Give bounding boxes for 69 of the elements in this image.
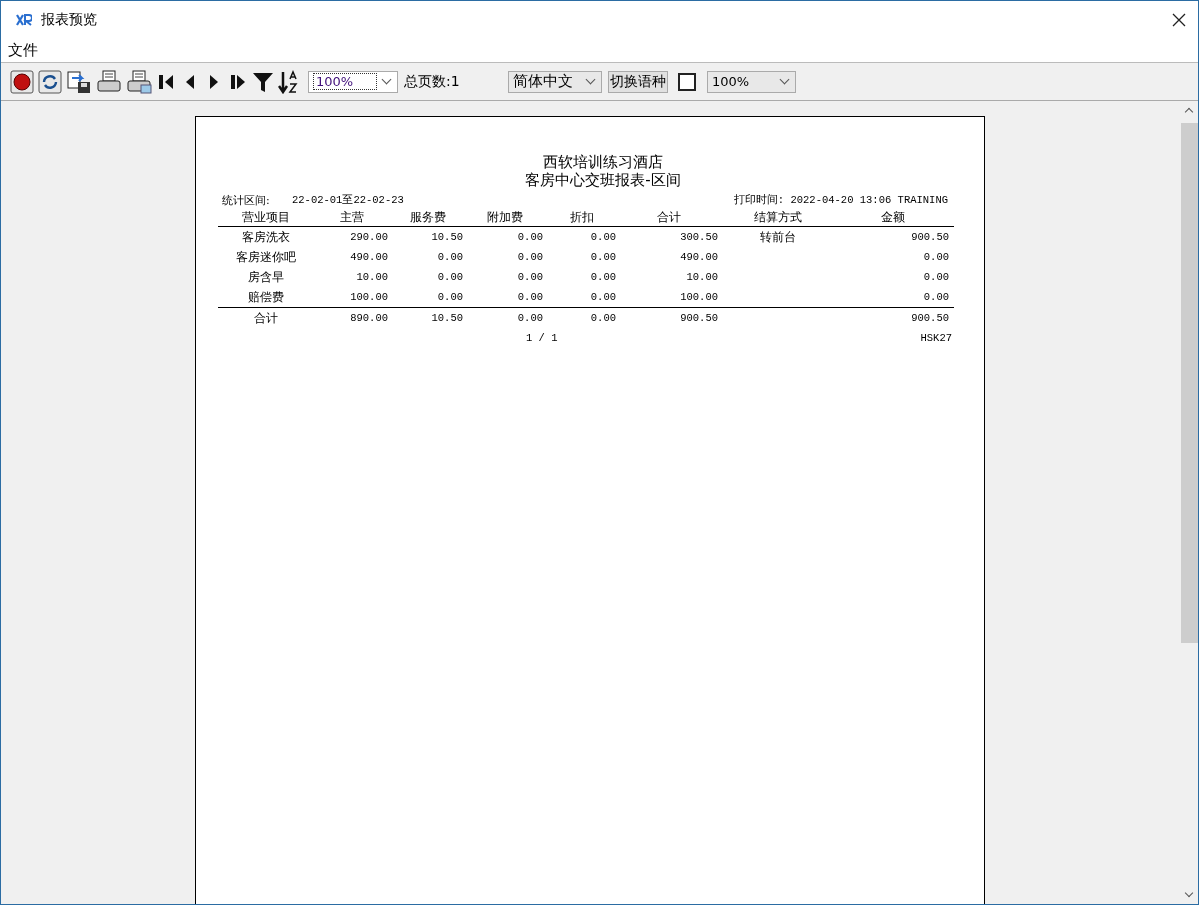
table-cell-text: 490.00 — [349, 251, 389, 263]
table-cell-text: 490.00 — [679, 251, 719, 263]
table-cell-text: 0.00 — [516, 251, 544, 263]
column-header: 营业项目 — [240, 208, 291, 226]
table-cell-text: 0.00 — [436, 291, 464, 303]
refresh-icon[interactable] — [38, 69, 62, 94]
zoom-dropdown[interactable]: 100% — [707, 70, 796, 93]
table-cell-text: 10.00 — [355, 271, 389, 283]
page-number: 1 / 1 — [526, 332, 558, 344]
report-code: HSK27 — [920, 332, 952, 344]
total-cell-text: 900.50 — [679, 312, 719, 324]
zoom-dropdown[interactable]: 100% — [308, 70, 398, 93]
total-cell-text: 0.00 — [589, 312, 617, 324]
column-header: 折扣 — [568, 208, 595, 226]
table-cell-text: 10.00 — [685, 271, 719, 283]
period-value: 22-02-01至22-02-23 — [292, 193, 404, 207]
menu-item[interactable]: 文件 — [8, 40, 38, 60]
column-header: 结算方式 — [752, 208, 803, 226]
table-cell-text: 0.00 — [589, 231, 617, 243]
table-cell-text: 100.00 — [349, 291, 389, 303]
table-cell-text: 客房迷你吧 — [234, 248, 297, 266]
table-cell-text: 0.00 — [436, 271, 464, 283]
switch-language-button[interactable]: 切换语种 — [608, 70, 668, 93]
table-cell-text: 转前台 — [758, 228, 797, 246]
table-cell-text: 900.50 — [910, 231, 950, 243]
column-header: 服务费 — [408, 208, 447, 226]
period-label: 统计区间: — [221, 192, 271, 208]
checkbox[interactable] — [678, 72, 696, 91]
table-cell-text: 客房洗衣 — [240, 228, 291, 246]
table-cell-text: 0.00 — [922, 251, 950, 263]
page-count: 总页数:1 — [404, 72, 461, 91]
total-cell-text: 0.00 — [516, 312, 544, 324]
print-setup-icon[interactable] — [126, 69, 152, 94]
table-cell-text: 0.00 — [589, 271, 617, 283]
printer-icon[interactable] — [96, 69, 122, 94]
export-icon[interactable] — [66, 69, 92, 94]
record-icon[interactable] — [10, 69, 34, 94]
close-icon[interactable] — [1172, 12, 1186, 27]
window-title: 报表预览 — [41, 10, 97, 29]
language-dropdown[interactable]: 简体中文 — [508, 70, 602, 93]
report-subtitle: 客房中心交班报表-区间 — [524, 171, 682, 189]
table-cell-text: 290.00 — [349, 231, 389, 243]
app-logo-icon — [16, 12, 32, 27]
total-cell-text: 10.50 — [430, 312, 464, 324]
scrollbar-thumb[interactable] — [1180, 123, 1198, 643]
table-cell-text: 赔偿费 — [246, 288, 285, 306]
total-cell-text: 900.50 — [910, 312, 950, 324]
column-header: 主营 — [338, 208, 365, 226]
total-cell-text: 合计 — [252, 309, 279, 327]
table-cell-text: 0.00 — [589, 251, 617, 263]
table-cell-text: 300.50 — [679, 231, 719, 243]
total-cell-text: 890.00 — [349, 312, 389, 324]
report-title: 西软培训练习酒店 — [542, 153, 664, 171]
table-cell-text: 0.00 — [516, 291, 544, 303]
sort-icon[interactable] — [278, 69, 300, 94]
table-cell-text: 0.00 — [922, 291, 950, 303]
print-time: 打印时间: 2022-04-20 13:06 TRAINING — [733, 193, 948, 207]
column-header: 合计 — [656, 208, 682, 226]
table-cell-text: 房含早 — [246, 268, 285, 286]
column-header: 附加费 — [486, 208, 524, 226]
table-cell-text: 0.00 — [589, 291, 617, 303]
table-cell-text: 0.00 — [516, 231, 544, 243]
table-cell-text: 100.00 — [679, 291, 719, 303]
table-cell-text: 10.50 — [430, 231, 464, 243]
table-cell-text: 0.00 — [516, 271, 544, 283]
table-cell-text: 0.00 — [436, 251, 464, 263]
filter-icon[interactable] — [252, 70, 274, 93]
column-header: 金额 — [880, 208, 906, 226]
table-cell-text: 0.00 — [922, 271, 950, 283]
